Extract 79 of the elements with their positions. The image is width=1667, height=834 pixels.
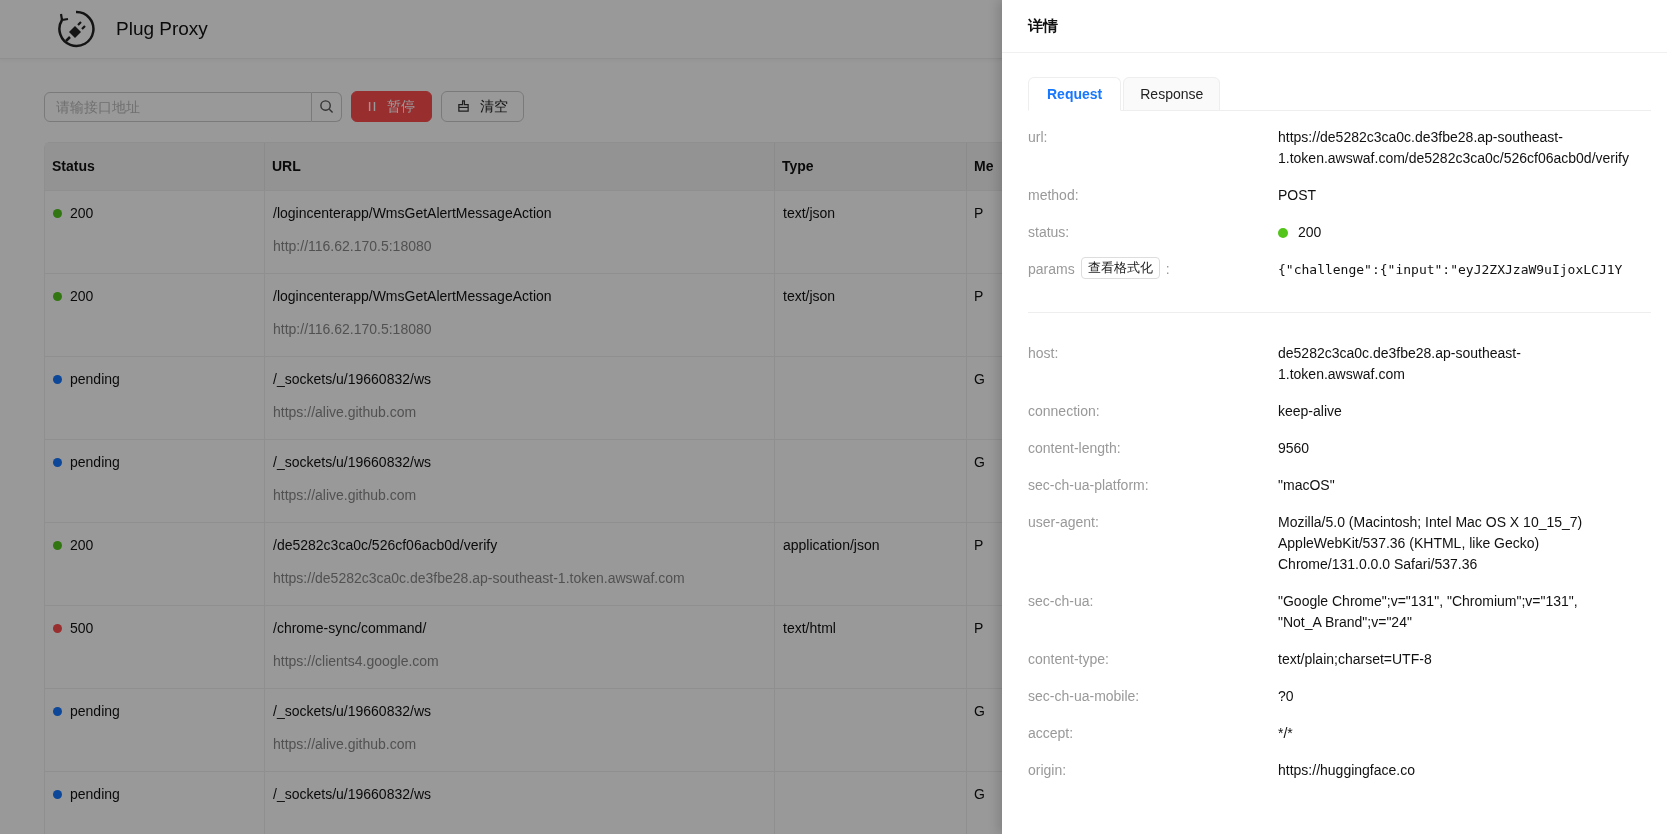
header-label: sec-ch-ua: (1028, 592, 1094, 611)
field-value: 200 (1298, 223, 1322, 242)
search-button[interactable] (312, 91, 342, 122)
method-text: P (974, 288, 984, 304)
status-text: 200 (70, 288, 94, 304)
url-path: /_sockets/u/19660832/ws (273, 786, 431, 802)
url-path: /logincenterapp/WmsGetAlertMessageAction (273, 205, 552, 221)
header-value: "Google Chrome";v="131", "Chromium";v="131", "Not_A Brand";v="24" (1278, 592, 1579, 632)
header-label: host: (1028, 344, 1059, 363)
broom-icon (457, 100, 470, 113)
type-text: text/json (783, 288, 836, 304)
header-value: ?0 (1278, 687, 1294, 706)
status-text: 200 (70, 205, 94, 221)
field-colon: : (1165, 260, 1170, 279)
method-text: P (974, 537, 984, 553)
status-text: 200 (70, 537, 94, 553)
header-value: text/plain;charset=UTF-8 (1278, 650, 1432, 669)
url-host: https://alive.github.com (273, 736, 417, 752)
url-path: /_sockets/u/19660832/ws (273, 371, 431, 387)
status-text: 500 (70, 620, 94, 636)
header-value: Mozilla/5.0 (Macintosh; Intel Mac OS X 10_15_7) AppleWebKit/537.36 (KHTML, like Gecko) Chrome/131.0.0.0 Safari/537.36 (1278, 513, 1584, 574)
plug-logo-icon (56, 9, 96, 49)
url-host: http://116.62.170.5:18080 (273, 321, 432, 337)
field-label: params (1028, 260, 1075, 279)
field-value: POST (1278, 186, 1317, 205)
drawer-title: 详情 (1028, 16, 1058, 36)
url-path: /_sockets/u/19660832/ws (273, 703, 431, 719)
header-value: "macOS" (1278, 476, 1335, 495)
header-label: origin: (1028, 761, 1067, 780)
url-host: https://alive.github.com (273, 487, 417, 503)
url-path: /chrome-sync/command/ (273, 620, 427, 636)
url-path: /logincenterapp/WmsGetAlertMessageAction (273, 288, 552, 304)
url-host: https://clients4.google.com (273, 653, 439, 669)
type-text: text/json (783, 205, 836, 221)
method-text: G (974, 786, 985, 802)
dim-overlay[interactable] (0, 0, 1002, 834)
field-label: method: (1028, 186, 1079, 205)
url-path: /_sockets/u/19660832/ws (273, 454, 431, 470)
url-host: https://de5282c3ca0c.de3fbe28.ap-southeast-1.token.awswaf.com (273, 570, 685, 586)
method-text: G (974, 371, 985, 387)
header-label: user-agent: (1028, 513, 1099, 532)
app-title: Plug Proxy (116, 18, 208, 40)
status-text: pending (70, 454, 120, 470)
header-label: content-length: (1028, 439, 1121, 458)
header-value: https://huggingface.co (1278, 761, 1415, 780)
format-button[interactable]: 查看格式化 (1080, 257, 1160, 279)
clear-button[interactable]: 清空 (441, 91, 524, 122)
search-icon (319, 99, 334, 114)
column-header: Status (45, 143, 265, 190)
header-value: de5282c3ca0c.de3fbe28.ap-southeast-1.token.awswaf.com (1278, 344, 1522, 384)
header-value: */* (1278, 724, 1293, 743)
method-text: G (974, 454, 985, 470)
field-value: {"challenge":{"input":"eyJ2ZXJzaW9uIjoxLCJ1Y (1278, 261, 1623, 279)
status-text: pending (70, 371, 120, 387)
tab[interactable]: Request (1028, 77, 1122, 111)
method-text: P (974, 205, 984, 221)
header-label: accept: (1028, 724, 1074, 743)
url-path: /de5282c3ca0c/526cf06acb0d/verify (273, 537, 498, 553)
method-text: G (974, 703, 985, 719)
field-label: status: (1028, 223, 1070, 242)
status-text: pending (70, 703, 120, 719)
column-header: Type (775, 143, 967, 190)
tab[interactable]: Response (1123, 77, 1221, 111)
type-text: application/json (783, 537, 880, 553)
header-label: sec-ch-ua-platform: (1028, 476, 1149, 495)
pause-icon (368, 101, 377, 112)
url-host: https://alive.github.com (273, 404, 417, 420)
method-text: P (974, 620, 984, 636)
status-text: pending (70, 786, 120, 802)
column-header: URL (265, 143, 775, 190)
header-value: 9560 (1278, 439, 1310, 458)
type-text: text/html (783, 620, 836, 636)
header-label: content-type: (1028, 650, 1109, 669)
field-value: https://de5282c3ca0c.de3fbe28.ap-southeast-1.token.awswaf.com/de5282c3ca0c/526cf06acb0d/verify (1278, 128, 1629, 168)
url-host: http://116.62.170.5:18080 (273, 238, 432, 254)
header-label: sec-ch-ua-mobile: (1028, 687, 1140, 706)
header-value: keep-alive (1278, 402, 1342, 421)
header-label: connection: (1028, 402, 1100, 421)
field-label: url: (1028, 128, 1048, 147)
